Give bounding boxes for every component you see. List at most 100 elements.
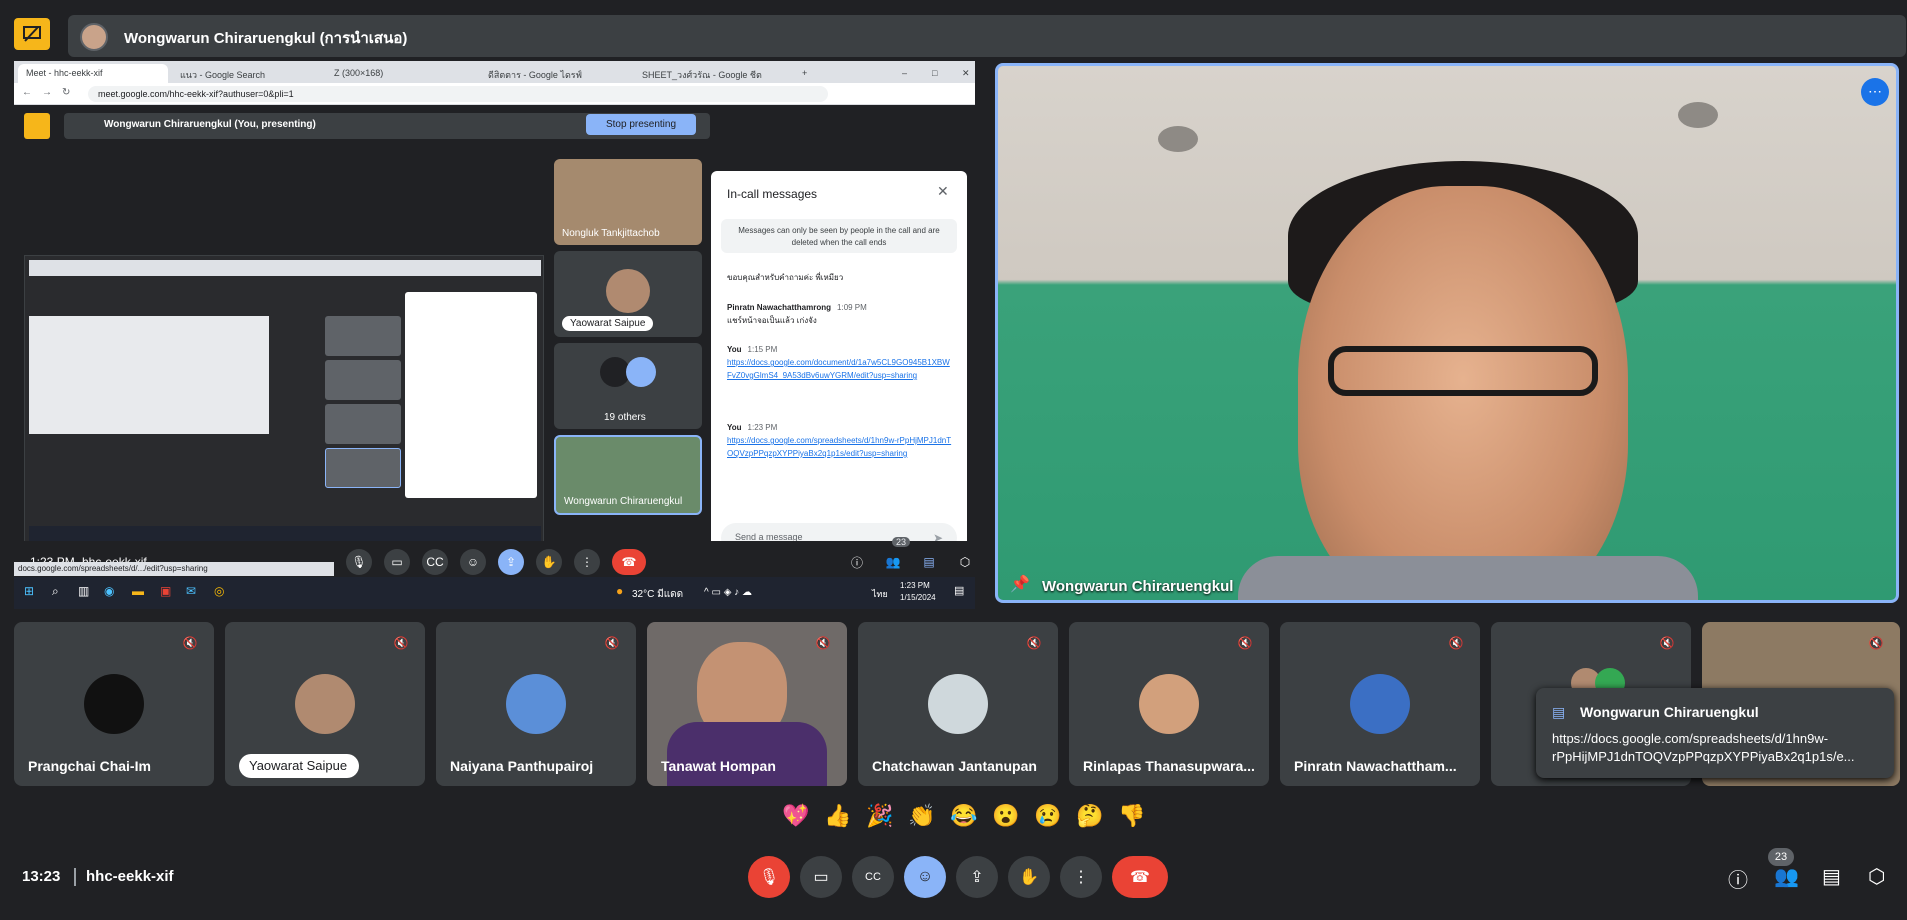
meeting-code: hhc-eekk-xif [86,868,174,885]
participant-tile[interactable]: 🔇 Chatchawan Jantanupan [858,622,1058,786]
presentation-icon[interactable] [14,18,50,50]
reaction-laugh-icon[interactable]: 😂 [950,802,978,830]
participant-tile[interactable]: 🔇 Rinlapas Thanasupwara... [1069,622,1269,786]
reload-icon[interactable]: ↻ [62,87,70,98]
people-count-badge: 23 [1768,848,1794,866]
chat-notification-popup[interactable]: ▤ Wongwarun Chiraruengkul https://docs.g… [1536,688,1894,778]
more-options-button[interactable]: ⋮ [1060,856,1102,898]
divider [74,868,76,886]
presenter-avatar [80,23,108,51]
more-options-icon[interactable]: ⋯ [1861,78,1889,106]
maximize-icon[interactable]: □ [924,64,944,83]
shared-screen: Meet - hhc-eekk-xif แนว - Google Search … [14,61,975,609]
browser-tab[interactable]: SHEET_วงศ์วรัณ - Google ชีต [634,64,784,83]
meeting-control-bar: 13:23 hhc-eekk-xif 🎙 ▭ CC ☺ ⇪ ✋ ⋮ ☎ ⓘ 👥 … [0,848,1907,920]
url-input[interactable]: meet.google.com/hhc-eekk-xif?authuser=0&… [88,86,828,102]
reaction-clap-icon[interactable]: 👏 [908,802,936,830]
new-tab-icon[interactable]: + [794,64,814,83]
participant-tile[interactable]: 🔇 Yaowarat Saipue [225,622,425,786]
system-tray-icon[interactable]: ^ ▭ ◈ ♪ ☁ [704,587,752,598]
store-icon[interactable]: ▣ [160,584,171,598]
activities-icon[interactable]: ⬡ [952,549,975,575]
activities-icon[interactable]: ⬡ [1868,864,1885,889]
leave-call-icon[interactable]: ☎ [612,549,646,575]
present-icon[interactable]: ⇪ [498,549,524,575]
close-icon[interactable]: ✕ [937,183,949,200]
language-indicator[interactable]: ไทย [872,587,888,601]
presenter-banner: Wongwarun Chiraruengkul (การนำเสนอ) [0,0,1907,70]
presenter-title: Wongwarun Chiraruengkul (การนำเสนอ) [124,30,408,47]
participant-name: Pinratn Nawachattham... [1294,758,1457,774]
more-options-icon[interactable]: ⋮ [574,549,600,575]
chat-icon[interactable]: ▤ [1822,864,1841,889]
browser-tab[interactable]: Meet - hhc-eekk-xif [18,64,168,83]
present-button[interactable]: ⇪ [956,856,998,898]
tile-self[interactable]: Wongwarun Chiraruengkul [554,435,702,515]
mail-icon[interactable]: ✉ [186,584,196,598]
forward-icon[interactable]: → [42,87,52,98]
avatar [606,269,650,313]
browser-tab[interactable]: ดีสิตตาร - Google ไดรฟ์ [480,64,630,83]
taskbar-time: 1:23 PM [900,581,930,590]
message-link[interactable]: https://docs.google.com/spreadsheets/d/1… [727,434,953,460]
raise-hand-icon[interactable]: ✋ [536,549,562,575]
participant-tile[interactable]: 🔇 Tanawat Hompan [647,622,847,786]
people-icon[interactable]: 👥 [880,549,906,575]
nested-screen-capture [24,255,544,545]
tile-nongluk[interactable]: Nongluk Tankjittachob [554,159,702,245]
info-icon[interactable]: ⓘ [844,549,870,575]
people-icon[interactable]: 👥 [1774,864,1799,889]
captions-button[interactable]: CC [852,856,894,898]
start-icon[interactable]: ⊞ [24,584,34,598]
weather-icon: ● [616,584,624,598]
mic-icon[interactable]: 🎙 [346,549,372,575]
file-explorer-icon[interactable]: ▬ [132,584,144,598]
message-link[interactable]: https://docs.google.com/document/d/1a7w5… [727,356,953,382]
edge-icon[interactable]: ◉ [104,584,114,598]
reaction-thinking-icon[interactable]: 🤔 [1076,802,1104,830]
notification-icon[interactable]: ▤ [954,584,964,597]
reaction-surprised-icon[interactable]: 😮 [992,802,1020,830]
clock: 13:23 [22,868,61,885]
reaction-sad-icon[interactable]: 😢 [1034,802,1062,830]
browser-tab[interactable]: แนว - Google Search [172,64,322,83]
ceiling-light [1678,102,1718,128]
leave-call-button[interactable]: ☎ [1112,856,1168,898]
browser-tab[interactable]: Z (300×168) [326,64,476,83]
participant-tile[interactable]: 🔇 Naiyana Panthupairoj [436,622,636,786]
chat-message: Pinratn Nawachatthamrong 1:09 PM แชร์หน้า… [727,301,953,327]
reaction-heart-icon[interactable]: 💖 [782,802,810,830]
reaction-party-icon[interactable]: 🎉 [866,802,894,830]
emoji-button[interactable]: ☺ [904,856,946,898]
camera-button[interactable]: ▭ [800,856,842,898]
reaction-thumbs-up-icon[interactable]: 👍 [824,802,852,830]
chat-title: In-call messages [727,187,818,201]
tile-others[interactable]: 19 others [554,343,702,429]
tile-yaowarat[interactable]: Yaowarat Saipue [554,251,702,337]
back-icon[interactable]: ← [22,87,32,98]
camera-icon[interactable]: ▭ [384,549,410,575]
minimize-icon[interactable]: – [894,64,914,83]
message-time: 1:23 PM [747,423,778,432]
pin-icon[interactable]: 📌 [1010,574,1030,594]
participant-tile[interactable]: 🔇 Pinratn Nawachattham... [1280,622,1480,786]
speaker-tile[interactable]: 📌 Wongwarun Chiraruengkul ⋯ [995,63,1899,603]
chrome-icon[interactable]: ◎ [214,584,224,598]
info-icon[interactable]: ⓘ [1728,864,1748,893]
participant-name: Chatchawan Jantanupan [872,758,1037,774]
close-icon[interactable]: ✕ [954,64,974,83]
participant-tile[interactable]: 🔇 Prangchai Chai-Im [14,622,214,786]
mic-off-button[interactable]: 🎙 [748,856,790,898]
raise-hand-button[interactable]: ✋ [1008,856,1050,898]
ceiling-light [1158,126,1198,152]
search-icon[interactable]: ⌕ [52,584,59,599]
emoji-icon[interactable]: ☺ [460,549,486,575]
reaction-thumbs-down-icon[interactable]: 👎 [1118,802,1146,830]
avatar [1139,674,1199,734]
stop-presenting-button[interactable]: Stop presenting [586,114,696,135]
task-view-icon[interactable]: ▥ [78,584,89,598]
mic-off-icon: 🔇 [1868,636,1884,650]
captions-icon[interactable]: CC [422,549,448,575]
nested-tile [325,316,401,356]
chat-icon[interactable]: ▤ [916,549,942,575]
